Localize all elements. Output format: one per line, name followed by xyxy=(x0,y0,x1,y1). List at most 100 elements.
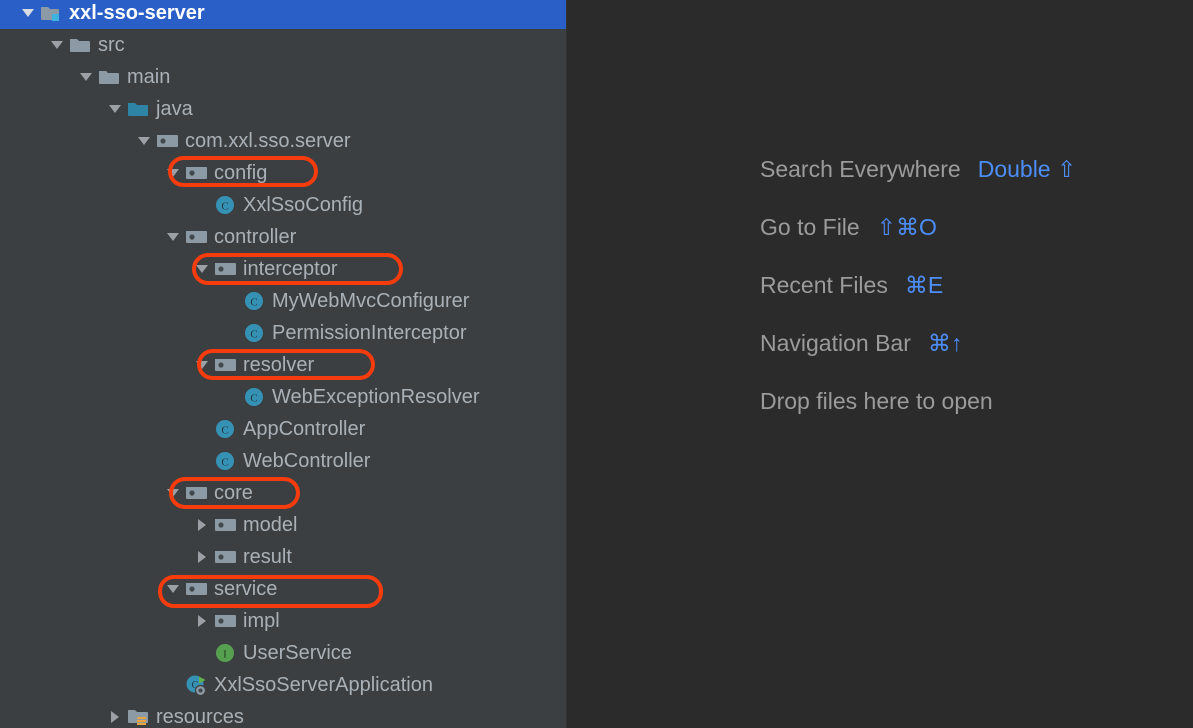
chevron-right-icon[interactable] xyxy=(191,509,213,541)
chevron-down-icon[interactable] xyxy=(75,61,97,93)
svg-text:C: C xyxy=(250,329,257,341)
chevron-down-icon[interactable] xyxy=(162,573,184,605)
chevron-down-icon[interactable] xyxy=(46,29,68,61)
tree-arrow-spacer xyxy=(162,669,184,701)
folder-icon xyxy=(97,65,121,89)
chevron-down-icon[interactable] xyxy=(133,125,155,157)
tree-row-label: main xyxy=(127,66,171,88)
tree-row-interceptor[interactable]: interceptor xyxy=(0,253,566,285)
tree-row-service[interactable]: service xyxy=(0,573,566,605)
tree-row-main[interactable]: main xyxy=(0,61,566,93)
svg-text:I: I xyxy=(223,649,227,661)
tree-row-userservice[interactable]: I UserService xyxy=(0,637,566,669)
spring-boot-class-icon: C xyxy=(184,673,208,697)
tree-row-result[interactable]: result xyxy=(0,541,566,573)
tree-row-permissioninterceptor[interactable]: C PermissionInterceptor xyxy=(0,317,566,349)
editor-hint-row[interactable]: Recent Files ⌘E xyxy=(760,256,1076,314)
tree-row-label: impl xyxy=(243,610,280,632)
editor-hint-row[interactable]: Go to File ⇧⌘O xyxy=(760,198,1076,256)
tree-row-controller[interactable]: controller xyxy=(0,221,566,253)
tree-row-label: XxlSsoConfig xyxy=(243,194,364,216)
tree-row-resolver[interactable]: resolver xyxy=(0,349,566,381)
tree-row-appcontroller[interactable]: C AppController xyxy=(0,413,566,445)
package-icon xyxy=(184,161,208,185)
tree-row-label: result xyxy=(243,546,292,568)
chevron-down-icon[interactable] xyxy=(162,157,184,189)
tree-arrow-spacer xyxy=(220,317,242,349)
tree-row-label: PermissionInterceptor xyxy=(272,322,467,344)
tree-row-webexceptionresolver[interactable]: C WebExceptionResolver xyxy=(0,381,566,413)
editor-hint-label: Recent Files xyxy=(760,271,888,298)
tree-row-label: interceptor xyxy=(243,258,338,280)
chevron-down-icon[interactable] xyxy=(191,253,213,285)
tree-row-label: xxl-sso-server xyxy=(69,2,205,24)
tree-row-core[interactable]: core xyxy=(0,477,566,509)
tree-row-resources[interactable]: resources xyxy=(0,701,566,728)
chevron-down-icon[interactable] xyxy=(104,93,126,125)
package-icon xyxy=(155,129,179,153)
chevron-right-icon[interactable] xyxy=(104,701,126,728)
chevron-down-icon[interactable] xyxy=(162,221,184,253)
editor-hint-shortcut: ⌘↑ xyxy=(927,329,963,356)
tree-arrow-spacer xyxy=(191,413,213,445)
tree-row-label: resolver xyxy=(243,354,315,376)
tree-row-com-xxl-sso-server[interactable]: com.xxl.sso.server xyxy=(0,125,566,157)
editor-hint-label: Navigation Bar xyxy=(760,329,911,356)
tree-row-label: java xyxy=(156,98,193,120)
tree-arrow-spacer xyxy=(220,381,242,413)
tree-row-label: com.xxl.sso.server xyxy=(185,130,351,152)
tree-row-label: WebController xyxy=(243,450,371,472)
tree-row-java[interactable]: java xyxy=(0,93,566,125)
editor-hint-row[interactable]: Search Everywhere Double ⇧ xyxy=(760,140,1076,198)
editor-hint-label: Search Everywhere xyxy=(760,155,961,182)
editor-area[interactable]: Search Everywhere Double ⇧ Go to File ⇧⌘O Re… xyxy=(567,0,1193,728)
tree-row-label: UserService xyxy=(243,642,352,664)
java-interface-icon: I xyxy=(213,641,237,665)
tree-row-label: core xyxy=(214,482,253,504)
tree-row-mywebmvcconfigurer[interactable]: C MyWebMvcConfigurer xyxy=(0,285,566,317)
tree-row-webcontroller[interactable]: C WebController xyxy=(0,445,566,477)
package-icon xyxy=(213,353,237,377)
project-tool-window[interactable]: xxl-sso-server src main java com.xxl.sso.ser… xyxy=(0,0,566,728)
java-class-icon: C xyxy=(213,193,237,217)
java-class-icon: C xyxy=(242,321,266,345)
tree-row-xxlssoserverapplication[interactable]: C XxlSsoServerApplication xyxy=(0,669,566,701)
tree-row-xxlssoconfig[interactable]: C XxlSsoConfig xyxy=(0,189,566,221)
package-icon xyxy=(184,481,208,505)
java-class-icon: C xyxy=(242,385,266,409)
svg-text:C: C xyxy=(221,457,228,469)
empty-editor-hint-list: Search Everywhere Double ⇧ Go to File ⇧⌘O Re… xyxy=(760,140,1076,430)
tree-row-src[interactable]: src xyxy=(0,29,566,61)
tree-row-model[interactable]: model xyxy=(0,509,566,541)
tree-arrow-spacer xyxy=(191,189,213,221)
chevron-right-icon[interactable] xyxy=(191,605,213,637)
tree-arrow-spacer xyxy=(220,285,242,317)
chevron-right-icon[interactable] xyxy=(191,541,213,573)
java-class-icon: C xyxy=(213,417,237,441)
tree-row-xxl-sso-server[interactable]: xxl-sso-server xyxy=(0,0,566,29)
tree-row-impl[interactable]: impl xyxy=(0,605,566,637)
module-folder-icon xyxy=(39,1,63,25)
source-root-folder-icon xyxy=(126,97,150,121)
svg-text:C: C xyxy=(250,297,257,309)
tree-row-label: WebExceptionResolver xyxy=(272,386,480,408)
chevron-down-icon[interactable] xyxy=(162,477,184,509)
editor-hint-row[interactable]: Drop files here to open xyxy=(760,372,1076,430)
package-icon xyxy=(184,225,208,249)
package-icon xyxy=(213,257,237,281)
tree-row-label: MyWebMvcConfigurer xyxy=(272,290,470,312)
tree-row-label: resources xyxy=(156,706,244,728)
package-icon xyxy=(184,577,208,601)
tree-row-label: controller xyxy=(214,226,297,248)
editor-hint-label: Go to File xyxy=(760,213,860,240)
chevron-down-icon[interactable] xyxy=(17,0,39,29)
resources-folder-icon xyxy=(126,705,150,728)
tree-arrow-spacer xyxy=(191,445,213,477)
tree-row-config[interactable]: config xyxy=(0,157,566,189)
package-icon xyxy=(213,545,237,569)
chevron-down-icon[interactable] xyxy=(191,349,213,381)
editor-hint-row[interactable]: Navigation Bar ⌘↑ xyxy=(760,314,1076,372)
tree-row-label: config xyxy=(214,162,268,184)
editor-hint-shortcut: ⌘E xyxy=(904,271,944,298)
svg-text:C: C xyxy=(221,201,228,213)
